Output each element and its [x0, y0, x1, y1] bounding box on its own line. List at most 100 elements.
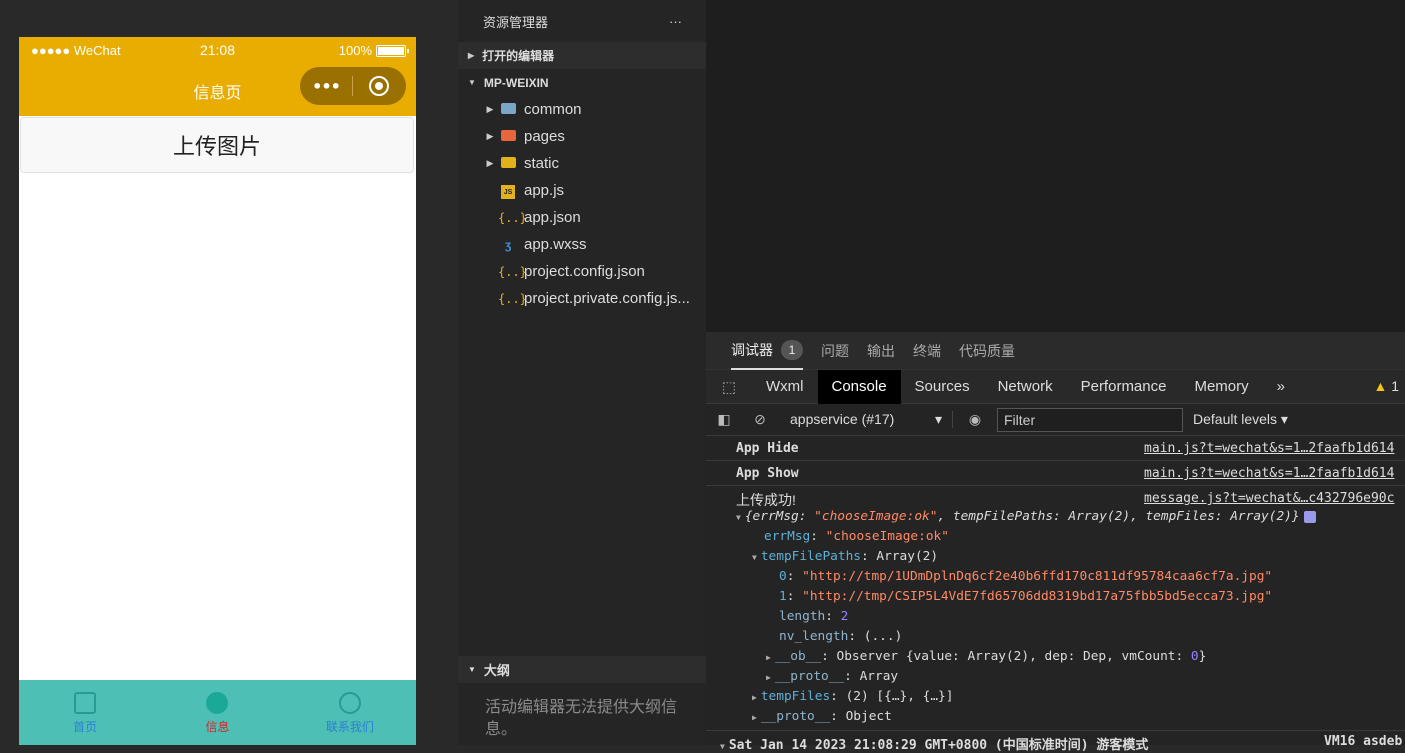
console-source-link[interactable]: main.js?t=wechat&s=1…2faafb1d614: [1144, 441, 1394, 456]
devtools-tabs: ⬚ Wxml Console Sources Network Performan…: [706, 369, 1405, 404]
warning-count: 1: [1391, 378, 1399, 394]
console-source-link[interactable]: main.js?t=wechat&s=1…2faafb1d614: [1144, 466, 1394, 481]
open-editors-section[interactable]: ▶ 打开的编辑器: [458, 42, 706, 69]
tab-home[interactable]: 首页: [19, 680, 151, 745]
console-message-row: App Show main.js?t=wechat&s=1…2faafb1d61…: [706, 461, 1405, 486]
console-message-text: App Show: [736, 466, 799, 481]
collapse-triangle-icon: ▶: [752, 713, 757, 722]
tab-info-label: 信息: [205, 720, 230, 734]
tree-item-label: app.json: [524, 209, 581, 226]
console-filter-input[interactable]: [997, 407, 1183, 432]
collapse-triangle-icon: ▶: [766, 653, 771, 662]
tab-problems[interactable]: 问题: [821, 332, 849, 370]
simulator-panel: ●●●●● WeChat 21:08 100% 信息页 ••• 上传图片 首页: [0, 0, 458, 745]
console-message-text: 上传成功!: [736, 492, 796, 508]
info-icon: [1303, 510, 1316, 523]
folder-icon: [500, 102, 516, 114]
outline-message: 活动编辑器无法提供大纲信息。: [485, 699, 678, 738]
expand-triangle-icon: ▼: [736, 513, 741, 522]
tab-debugger[interactable]: 调试器 1: [731, 332, 803, 370]
debugger-panel: 调试器 1 问题 输出 终端 代码质量 ⬚ Wxml Console Sourc…: [706, 332, 1405, 753]
json-file-icon: {..}: [498, 291, 527, 306]
tab-network[interactable]: Network: [984, 370, 1067, 404]
chat-icon: [206, 692, 229, 714]
target-icon: [369, 76, 389, 96]
explorer-more-button[interactable]: ···: [669, 14, 682, 29]
tree-file-app-js[interactable]: JS app.js: [458, 177, 706, 204]
prop-tempfilepaths[interactable]: ▼ tempFilePaths: Array(2): [752, 549, 938, 564]
context-selector[interactable]: appservice (#17) ▾: [778, 411, 953, 428]
tab-memory[interactable]: Memory: [1180, 370, 1262, 404]
console-source-link[interactable]: VM16 asdeb: [1324, 734, 1402, 749]
chevron-down-icon: ▼: [468, 665, 476, 674]
prop-path-0: 0: "http://tmp/1UDmDplnDq6cf2e40b6ffd170…: [779, 569, 1273, 584]
dropdown-arrow-icon: ▾: [934, 411, 942, 427]
prop-tempfiles[interactable]: ▶ tempFiles: (2) [{…}, {…}]: [752, 689, 953, 704]
prop-path-1: 1: "http://tmp/CSIP5L4VdE7fd65706dd8319b…: [779, 589, 1273, 604]
tab-info[interactable]: 信息: [151, 680, 283, 745]
upload-image-button[interactable]: 上传图片: [20, 117, 414, 173]
prop-ob[interactable]: ▶ __ob__: Observer {value: Array(2), dep:…: [766, 649, 1206, 664]
tab-sources[interactable]: Sources: [901, 370, 984, 404]
error-count-badge: 1: [781, 339, 803, 360]
project-section[interactable]: ▼ MP-WEIXIN: [458, 69, 706, 96]
chevron-right-icon: ▶: [486, 131, 494, 141]
tree-folder-static[interactable]: ▶ static: [458, 150, 706, 177]
js-file-icon: JS: [501, 184, 515, 199]
warning-counter[interactable]: ▲ 1: [1373, 378, 1399, 394]
outline-label: 大纲: [483, 663, 510, 678]
prop-proto-array[interactable]: ▶ __proto__: Array: [766, 669, 898, 684]
tab-console[interactable]: Console: [817, 369, 901, 404]
phone-screen: ●●●●● WeChat 21:08 100% 信息页 ••• 上传图片 首页: [19, 37, 416, 745]
folder-icon: [500, 129, 516, 141]
clear-console-icon[interactable]: ⊘: [742, 411, 778, 428]
sidebar-toggle-icon[interactable]: ◧: [706, 411, 742, 428]
tab-contact[interactable]: 联系我们: [284, 680, 416, 745]
tree-file-project-private-config[interactable]: {..} project.private.config.js...: [458, 285, 706, 312]
log-levels-dropdown[interactable]: Default levels ▾: [1193, 411, 1288, 428]
console-source-link[interactable]: message.js?t=wechat&…c432796e90c: [1144, 491, 1394, 506]
outline-section[interactable]: ▼ 大纲: [458, 656, 706, 683]
collapse-triangle-icon: ▶: [752, 693, 757, 702]
wxss-file-icon: ʒ: [504, 237, 512, 252]
chevron-right-icon: ▶: [486, 104, 494, 114]
inspect-element-icon[interactable]: ⬚: [706, 370, 752, 404]
tree-item-label: project.config.json: [524, 263, 645, 280]
tab-output[interactable]: 输出: [867, 332, 895, 370]
tree-folder-pages[interactable]: ▶ pages: [458, 123, 706, 150]
console-message-text: App Hide: [736, 441, 799, 456]
tree-file-project-config[interactable]: {..} project.config.json: [458, 258, 706, 285]
battery-percent: 100%: [338, 43, 372, 58]
tree-item-label: common: [524, 101, 582, 118]
tab-terminal[interactable]: 终端: [913, 332, 941, 370]
console-message-row: App Hide main.js?t=wechat&s=1…2faafb1d61…: [706, 436, 1405, 461]
live-expression-eye-icon[interactable]: ◉: [953, 411, 997, 428]
home-icon: [74, 692, 97, 714]
more-menu-button[interactable]: •••: [300, 77, 352, 96]
tree-file-app-json[interactable]: {..} app.json: [458, 204, 706, 231]
navigation-bar: 信息页 •••: [19, 64, 416, 116]
console-toolbar: ◧ ⊘ appservice (#17) ▾ ◉ Default levels …: [706, 404, 1405, 436]
prop-length: length: 2: [779, 609, 849, 624]
prop-proto-object[interactable]: ▶ __proto__: Object: [752, 709, 892, 724]
context-label: appservice (#17): [790, 411, 895, 427]
tree-file-app-wxss[interactable]: ʒ app.wxss: [458, 231, 706, 258]
tree-item-label: project.private.config.js...: [524, 290, 690, 307]
debugger-tabs: 调试器 1 问题 输出 终端 代码质量: [706, 332, 1405, 370]
tab-performance[interactable]: Performance: [1067, 370, 1181, 404]
more-tabs-button[interactable]: »: [1263, 370, 1299, 404]
console-message-row: ▼ Sat Jan 14 2023 21:08:29 GMT+0800 (中国标准…: [706, 730, 1405, 753]
project-label: MP-WEIXIN: [483, 75, 549, 90]
tab-code-quality[interactable]: 代码质量: [959, 332, 1015, 370]
tab-wxml[interactable]: Wxml: [752, 370, 818, 404]
json-file-icon: {..}: [498, 210, 527, 225]
prop-nv-length: nv_length: (...): [779, 629, 903, 644]
open-editors-label: 打开的编辑器: [482, 49, 555, 63]
json-file-icon: {..}: [498, 264, 527, 279]
tree-item-label: static: [524, 155, 560, 172]
expand-triangle-icon: ▼: [752, 553, 757, 562]
battery-indicator: 100%: [338, 43, 409, 58]
close-miniprogram-button[interactable]: [353, 76, 405, 96]
object-summary[interactable]: ▼ {errMsg: "chooseImage:ok", tempFilePath…: [736, 509, 1316, 524]
tree-folder-common[interactable]: ▶ common: [458, 96, 706, 123]
